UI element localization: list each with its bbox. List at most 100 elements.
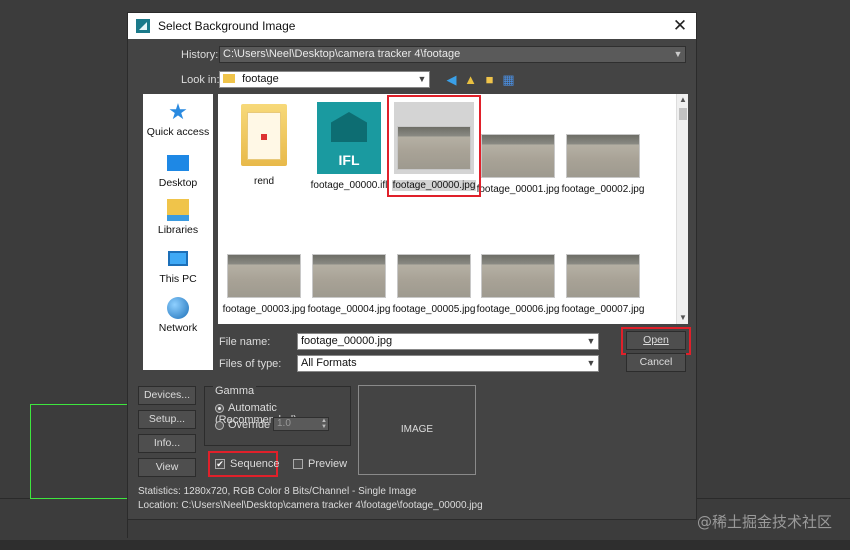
file-item-ifl[interactable]: IFL footage_00000.ifl [307, 102, 391, 191]
checkbox-empty-icon [293, 459, 303, 470]
file-item-folder[interactable]: rend [222, 104, 306, 187]
gamma-override-value: 1.0 [277, 418, 291, 429]
scroll-thumb[interactable] [679, 108, 687, 120]
place-label: This PC [159, 273, 197, 285]
look-in-value: footage [242, 73, 279, 85]
devices-button[interactable]: Devices... [138, 386, 196, 405]
place-libraries[interactable]: Libraries [143, 199, 213, 236]
open-button[interactable]: Open [626, 331, 686, 350]
select-background-image-dialog: Select Background Image ✕ History: C:\Us… [127, 12, 697, 520]
file-name: rend [253, 176, 274, 187]
image-thumbnail [397, 254, 471, 298]
image-thumbnail [481, 134, 555, 178]
image-thumbnail [227, 254, 301, 298]
spinner-arrows-icon[interactable]: ▲ ▼ [321, 418, 327, 430]
app-icon [136, 19, 150, 33]
ifl-badge: IFL [338, 152, 360, 168]
history-label: History: [181, 49, 219, 61]
places-bar: ★ Quick access Desktop Libraries This PC… [143, 94, 213, 370]
file-name: footage_00007.jpg [561, 304, 645, 315]
file-name: footage_00000.ifl [310, 180, 388, 191]
view-menu-icon[interactable]: ▦ [501, 72, 516, 87]
new-folder-icon[interactable]: ■ [482, 72, 497, 87]
chevron-down-icon: ▼ [417, 74, 427, 84]
file-name-input[interactable]: footage_00000.jpg ▼ [297, 333, 599, 350]
desktop-icon [167, 155, 189, 171]
computer-icon [168, 251, 188, 266]
network-icon [167, 297, 189, 319]
file-list-scrollbar[interactable]: ▲ ▼ [676, 94, 688, 324]
viewport-bottom-bar [0, 540, 850, 550]
setup-button[interactable]: Setup... [138, 410, 196, 429]
up-folder-icon[interactable]: ▲ [463, 72, 478, 87]
place-label: Libraries [157, 224, 199, 236]
files-of-type-label: Files of type: [219, 358, 282, 370]
gamma-title: Gamma [213, 385, 257, 397]
file-name: footage_00002.jpg [561, 184, 645, 195]
gamma-group: Gamma Automatic (Recommended) Override 1… [204, 385, 351, 446]
file-name: footage_00004.jpg [307, 304, 391, 315]
image-thumbnail [481, 254, 555, 298]
file-item[interactable]: footage_00001.jpg [476, 134, 560, 195]
star-icon: ★ [168, 99, 188, 124]
look-in-label: Look in: [181, 74, 220, 86]
file-name: footage_00003.jpg [222, 304, 306, 315]
scroll-up-icon[interactable]: ▲ [677, 94, 688, 106]
sequence-checkbox[interactable]: ✔ Sequence [215, 458, 280, 470]
file-item[interactable]: footage_00005.jpg [392, 254, 476, 315]
file-name: footage_00005.jpg [392, 304, 476, 315]
gamma-override-radio[interactable]: Override [215, 419, 270, 431]
files-of-type-dropdown[interactable]: All Formats ▼ [297, 355, 599, 372]
image-thumbnail [312, 254, 386, 298]
place-network[interactable]: Network [143, 297, 213, 334]
place-label: Quick access [146, 126, 210, 138]
preview-checkbox[interactable]: Preview [293, 458, 347, 470]
ifl-file-icon: IFL [317, 102, 381, 174]
folder-icon [241, 104, 287, 166]
history-dropdown[interactable]: C:\Users\Neel\Desktop\camera tracker 4\f… [219, 46, 686, 63]
scroll-down-icon[interactable]: ▼ [677, 312, 688, 324]
radio-selected-icon [215, 403, 224, 413]
chevron-down-icon: ▼ [673, 49, 683, 59]
file-name: footage_00006.jpg [476, 304, 560, 315]
file-name-value: footage_00000.jpg [301, 335, 393, 347]
dialog-title: Select Background Image [158, 19, 296, 33]
image-thumbnail [566, 134, 640, 178]
image-thumbnail [566, 254, 640, 298]
place-quick-access[interactable]: ★ Quick access [143, 99, 213, 139]
info-button[interactable]: Info... [138, 434, 196, 453]
place-this-pc[interactable]: This PC [143, 248, 213, 285]
view-button[interactable]: View [138, 458, 196, 477]
file-item[interactable]: footage_00003.jpg [222, 254, 306, 315]
chevron-down-icon: ▼ [586, 358, 596, 368]
location-text: Location: C:\Users\Neel\Desktop\camera t… [138, 500, 483, 511]
place-desktop[interactable]: Desktop [143, 151, 213, 189]
file-item[interactable]: footage_00006.jpg [476, 254, 560, 315]
preview-label: Preview [308, 458, 348, 470]
close-icon[interactable]: ✕ [670, 16, 690, 36]
look-in-dropdown[interactable]: footage ▼ [219, 71, 430, 88]
chevron-down-icon: ▼ [586, 336, 596, 346]
files-of-type-value: All Formats [301, 357, 357, 369]
file-name-label: File name: [219, 336, 271, 348]
cancel-button[interactable]: Cancel [626, 353, 686, 372]
viewport-selection-box [30, 404, 128, 499]
gamma-override-spinner[interactable]: 1.0 ▲ ▼ [273, 417, 329, 431]
folder-icon [223, 74, 235, 83]
file-item[interactable]: footage_00007.jpg [561, 254, 645, 315]
selected-file-highlight-box [387, 95, 481, 197]
watermark-text: @稀土掘金技术社区 [696, 513, 832, 531]
image-preview-box: IMAGE [358, 385, 476, 475]
file-item[interactable]: footage_00004.jpg [307, 254, 391, 315]
back-icon[interactable]: ◀ [444, 72, 459, 87]
file-name: footage_00001.jpg [476, 184, 560, 195]
file-item[interactable]: footage_00002.jpg [561, 134, 645, 195]
radio-unselected-icon [215, 420, 224, 430]
sequence-label: Sequence [230, 458, 280, 470]
statistics-text: Statistics: 1280x720, RGB Color 8 Bits/C… [138, 486, 417, 497]
navigation-toolbar: ◀ ▲ ■ ▦ [444, 72, 516, 87]
libraries-icon [167, 199, 189, 221]
gamma-override-label: Override [228, 419, 271, 431]
place-label: Network [158, 322, 198, 334]
history-value: C:\Users\Neel\Desktop\camera tracker 4\f… [223, 48, 461, 60]
